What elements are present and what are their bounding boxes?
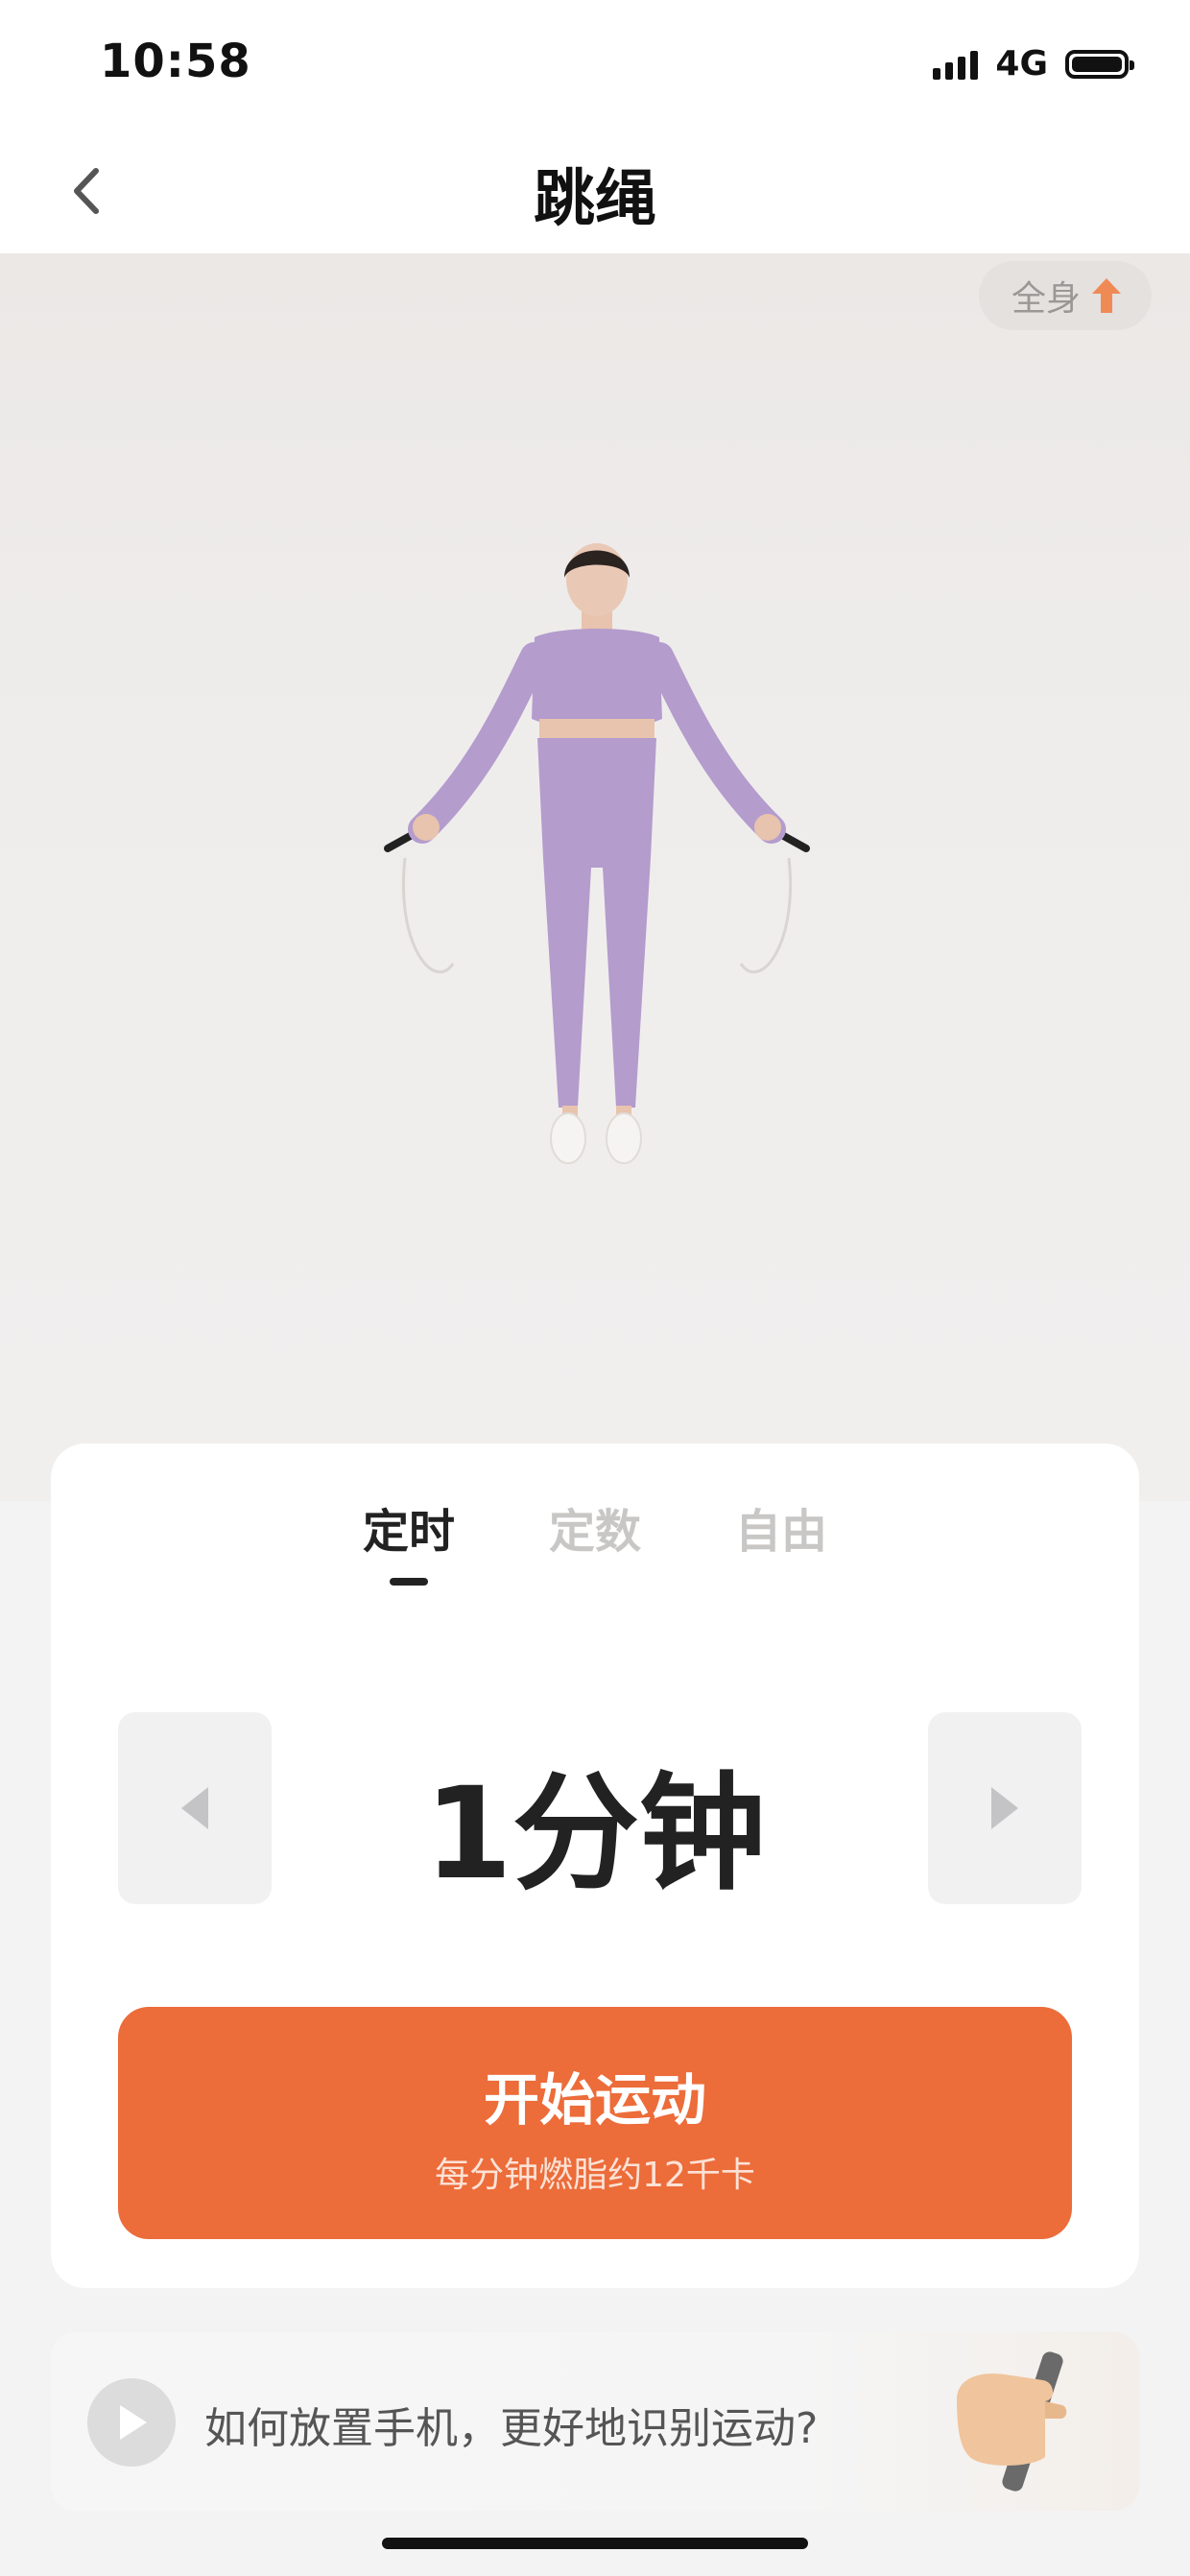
status-indicators: 4G <box>933 44 1134 83</box>
home-indicator <box>382 2538 808 2549</box>
tip-text: 如何放置手机，更好地识别运动? <box>204 2404 819 2453</box>
hand-phone-icon <box>957 2351 1067 2492</box>
workout-control-card: 定时 定数 自由 1分钟 开始运动 每分钟燃脂约12千卡 <box>51 1443 1139 2288</box>
start-workout-button[interactable]: 开始运动 每分钟燃脂约12千卡 <box>118 2007 1072 2239</box>
page-title: 跳绳 <box>534 164 656 235</box>
body-part-label: 全身 <box>1011 279 1081 319</box>
phone-placement-tip[interactable]: 如何放置手机，更好地识别运动? <box>51 2332 1139 2511</box>
calorie-estimate: 每分钟燃脂约12千卡 <box>435 2156 755 2195</box>
body-part-badge[interactable]: 全身 <box>978 261 1152 330</box>
tab-count[interactable]: 定数 <box>549 1493 641 1561</box>
tab-timed[interactable]: 定时 <box>363 1493 455 1586</box>
play-button[interactable] <box>87 2378 176 2467</box>
status-bar: 10:58 4G <box>0 0 1190 134</box>
exercise-demo-image: 全身 <box>0 253 1190 1501</box>
nav-bar: 跳绳 <box>0 134 1190 253</box>
signal-icon <box>933 49 979 80</box>
network-type: 4G <box>995 44 1048 83</box>
start-button-label: 开始运动 <box>483 2067 706 2133</box>
status-time: 10:58 <box>100 35 251 88</box>
athlete-figure <box>384 543 810 1164</box>
play-icon <box>120 2405 147 2440</box>
increase-button[interactable] <box>928 1712 1082 1904</box>
battery-icon <box>1065 49 1134 79</box>
arrow-up-icon <box>1092 278 1121 313</box>
tab-free[interactable]: 自由 <box>735 1493 827 1561</box>
triangle-right-icon <box>991 1787 1018 1829</box>
mode-tabs: 定时 定数 自由 <box>51 1493 1139 1586</box>
